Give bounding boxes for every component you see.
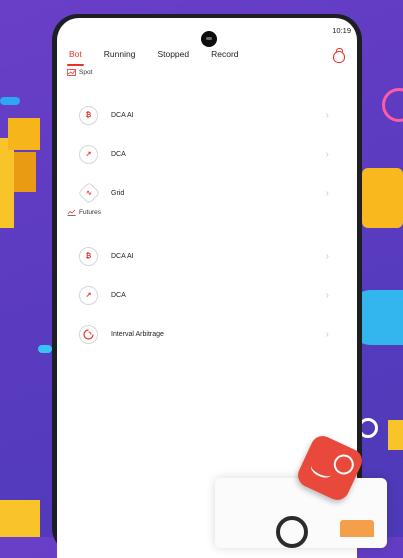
decor-yellow-block <box>8 118 40 150</box>
decor-blue-bar <box>0 97 20 105</box>
decor-yellow-plus <box>362 168 403 228</box>
bitcoin-coin-icon <box>330 451 358 478</box>
arrow-up-right-icon: ↗ <box>79 285 98 305</box>
spot-dca-row[interactable]: ↗ DCA › <box>57 134 357 174</box>
section-spot-header: Spot <box>67 69 92 76</box>
decor-cyan-bar <box>38 345 52 353</box>
chevron-right-icon: › <box>325 328 329 340</box>
decor-orange-block <box>340 520 374 537</box>
futures-interval-arbitrage-row[interactable]: Interval Arbitrage › <box>57 314 357 354</box>
logo-mark-icon <box>276 516 308 548</box>
bitcoin-icon: ₿ <box>79 246 98 266</box>
row-label: Grid <box>111 189 125 197</box>
futures-dca-ai-row[interactable]: ₿ DCA AI › <box>57 236 357 276</box>
chevron-right-icon: › <box>325 187 329 199</box>
bitcoin-icon: ₿ <box>79 105 98 125</box>
row-label: DCA AI <box>111 252 134 260</box>
front-camera <box>201 31 217 47</box>
tab-record[interactable]: Record <box>207 49 242 63</box>
tab-running[interactable]: Running <box>100 49 140 63</box>
spot-dca-ai-row[interactable]: ₿ DCA AI › <box>57 95 357 135</box>
tab-bar: Bot Running Stopped Record <box>65 49 243 66</box>
status-time: 10:19 <box>332 26 351 35</box>
futures-dca-row[interactable]: ↗ DCA › <box>57 275 357 315</box>
arrow-up-right-icon: ↗ <box>79 144 98 164</box>
spot-chart-icon <box>67 69 76 76</box>
row-label: DCA AI <box>111 111 134 119</box>
tab-bot[interactable]: Bot <box>65 49 86 66</box>
section-futures-header: Futures <box>67 209 101 216</box>
decor-yellow-block <box>388 420 403 450</box>
futures-chart-icon <box>67 209 76 216</box>
section-spot-title: Spot <box>79 69 93 76</box>
chevron-right-icon: › <box>325 250 329 262</box>
decor-pink-ring <box>382 88 403 122</box>
decor-yellow-block <box>0 138 14 228</box>
tab-stopped[interactable]: Stopped <box>153 49 193 63</box>
chevron-right-icon: › <box>325 148 329 160</box>
decor-yellow-block <box>0 500 40 537</box>
row-label: Interval Arbitrage <box>111 330 164 338</box>
decor-yellow-block <box>14 152 36 192</box>
wallet-icon[interactable] <box>333 48 345 63</box>
interval-arbitrage-icon <box>79 324 98 344</box>
row-label: DCA <box>111 150 126 158</box>
section-futures-title: Futures <box>79 209 102 216</box>
chevron-right-icon: › <box>325 109 329 121</box>
ant-icon <box>308 459 335 481</box>
spot-grid-row[interactable]: ∿ Grid › <box>57 173 357 213</box>
row-label: DCA <box>111 291 126 299</box>
grid-wave-icon: ∿ <box>77 181 101 205</box>
chevron-right-icon: › <box>325 289 329 301</box>
